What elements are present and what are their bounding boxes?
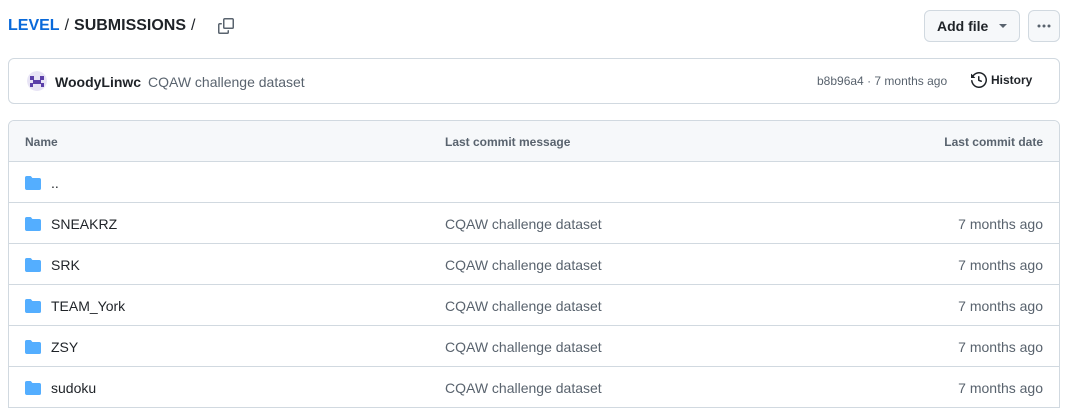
header-last-commit-date: Last commit date [944, 135, 1043, 149]
commit-author[interactable]: WoodyLinwc [55, 74, 141, 90]
header-last-commit-message: Last commit message [445, 135, 571, 149]
copy-icon [218, 18, 235, 34]
breadcrumb-separator: / [64, 17, 70, 34]
history-button[interactable]: History [971, 72, 1032, 88]
breadcrumb-current: SUBMISSIONS [74, 17, 187, 34]
header-name: Name [25, 135, 58, 149]
folder-name-link[interactable]: sudoku [51, 380, 96, 396]
folder-name-link[interactable]: SRK [51, 257, 80, 273]
table-row[interactable]: ZSY CQAW challenge dataset 7 months ago [9, 326, 1059, 367]
folder-icon [25, 299, 41, 313]
table-row[interactable]: TEAM_York CQAW challenge dataset 7 month… [9, 285, 1059, 326]
table-row[interactable]: SRK CQAW challenge dataset 7 months ago [9, 244, 1059, 285]
row-commit-date: 7 months ago [958, 298, 1043, 314]
history-icon [971, 72, 987, 88]
folder-icon [25, 217, 41, 231]
commit-message[interactable]: CQAW challenge dataset [148, 74, 305, 90]
breadcrumb-trailing-separator: / [191, 17, 196, 34]
table-row-parent-directory[interactable]: .. [9, 162, 1059, 203]
row-commit-date: 7 months ago [958, 216, 1043, 232]
commit-meta: b8b96a4 · 7 months ago [817, 74, 947, 88]
history-label: History [991, 73, 1033, 87]
latest-commit-bar: WoodyLinwc CQAW challenge dataset b8b96a… [8, 58, 1060, 104]
row-commit-message[interactable]: CQAW challenge dataset [445, 380, 602, 396]
file-table: Name Last commit message Last commit dat… [8, 120, 1060, 408]
copy-path-button[interactable] [216, 16, 236, 36]
row-commit-date: 7 months ago [958, 339, 1043, 355]
add-file-label: Add file [937, 18, 989, 34]
triangle-down-icon [999, 24, 1007, 28]
folder-icon [25, 258, 41, 272]
breadcrumb: LEVEL / SUBMISSIONS / [8, 14, 236, 38]
kebab-horizontal-icon [1037, 24, 1051, 28]
row-commit-message[interactable]: CQAW challenge dataset [445, 216, 602, 232]
folder-name-link[interactable]: SNEAKRZ [51, 216, 117, 232]
row-commit-message[interactable]: CQAW challenge dataset [445, 257, 602, 273]
row-commit-date: 7 months ago [958, 257, 1043, 273]
folder-icon [25, 176, 41, 190]
row-commit-message[interactable]: CQAW challenge dataset [445, 298, 602, 314]
avatar[interactable] [27, 71, 47, 91]
more-options-button[interactable] [1028, 10, 1060, 42]
commit-age: 7 months ago [874, 74, 948, 88]
add-file-button[interactable]: Add file [924, 10, 1020, 42]
folder-icon [25, 340, 41, 354]
row-commit-message[interactable]: CQAW challenge dataset [445, 339, 602, 355]
parent-directory-link[interactable]: .. [51, 175, 59, 191]
commit-hash[interactable]: b8b96a4 [817, 74, 864, 88]
breadcrumb-root-link[interactable]: LEVEL [8, 17, 60, 35]
row-commit-date: 7 months ago [958, 380, 1043, 396]
table-header: Name Last commit message Last commit dat… [9, 121, 1059, 162]
folder-icon [25, 381, 41, 395]
folder-name-link[interactable]: ZSY [51, 339, 78, 355]
commit-meta-separator: · [867, 74, 872, 88]
table-row[interactable]: sudoku CQAW challenge dataset 7 months a… [9, 367, 1059, 408]
table-row[interactable]: SNEAKRZ CQAW challenge dataset 7 months … [9, 203, 1059, 244]
folder-name-link[interactable]: TEAM_York [51, 298, 125, 314]
